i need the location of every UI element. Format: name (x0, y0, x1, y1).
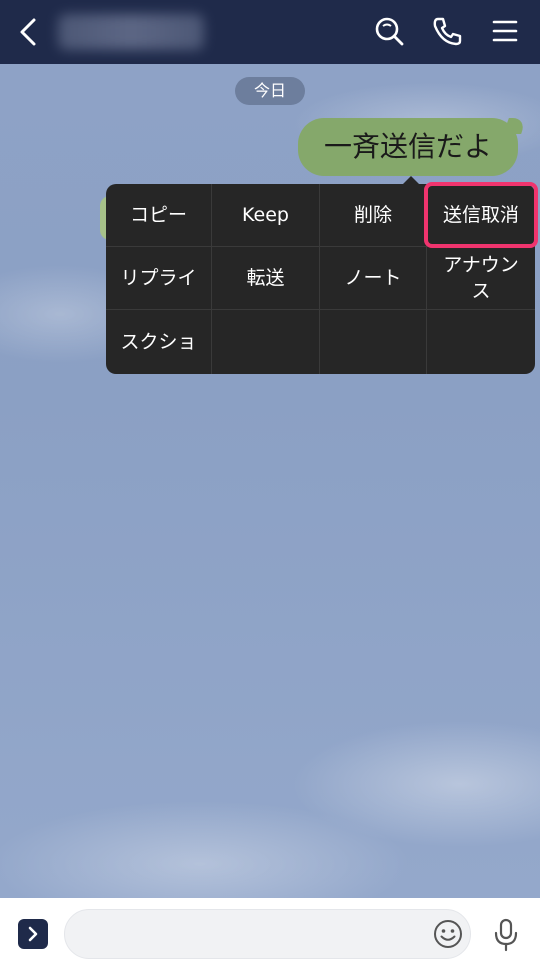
microphone-button[interactable] (492, 918, 520, 952)
menu-empty-cell (427, 310, 535, 374)
phone-icon (433, 17, 462, 46)
microphone-icon (494, 918, 518, 952)
menu-item-keep[interactable]: Keep (212, 184, 320, 247)
expand-button[interactable] (18, 919, 48, 949)
emoji-icon (434, 920, 462, 948)
menu-item-reply[interactable]: リプライ (106, 247, 212, 310)
message-input-bar (0, 898, 540, 962)
menu-item-unsend[interactable]: 送信取消 (427, 184, 535, 247)
chevron-left-icon (20, 18, 36, 46)
chat-area[interactable]: 今日 一斉送信だよ コピー Keep 削除 送信取消 リプライ 転送 ノート ア… (0, 64, 540, 898)
menu-empty-cell (320, 310, 427, 374)
chat-header (0, 0, 540, 64)
search-button[interactable] (372, 14, 406, 48)
menu-item-delete[interactable]: 削除 (320, 184, 427, 247)
back-button[interactable] (14, 16, 44, 48)
menu-item-copy[interactable]: コピー (106, 184, 212, 247)
date-label: 今日 (235, 77, 305, 105)
message-context-menu: コピー Keep 削除 送信取消 リプライ 転送 ノート アナウンス スクショ (106, 184, 535, 374)
chat-title-blurred (58, 14, 204, 50)
menu-button[interactable] (488, 14, 522, 48)
sent-message-bubble[interactable]: 一斉送信だよ (298, 118, 518, 176)
menu-icon (492, 20, 518, 42)
message-input[interactable] (64, 909, 471, 959)
menu-item-note[interactable]: ノート (320, 247, 427, 310)
call-button[interactable] (430, 14, 464, 48)
menu-item-forward[interactable]: 転送 (212, 247, 320, 310)
search-icon (375, 17, 404, 46)
emoji-button[interactable] (432, 918, 464, 950)
menu-item-announce[interactable]: アナウンス (427, 247, 535, 310)
menu-item-screenshot[interactable]: スクショ (106, 310, 212, 374)
chevron-right-icon (28, 926, 38, 942)
menu-empty-cell (212, 310, 320, 374)
